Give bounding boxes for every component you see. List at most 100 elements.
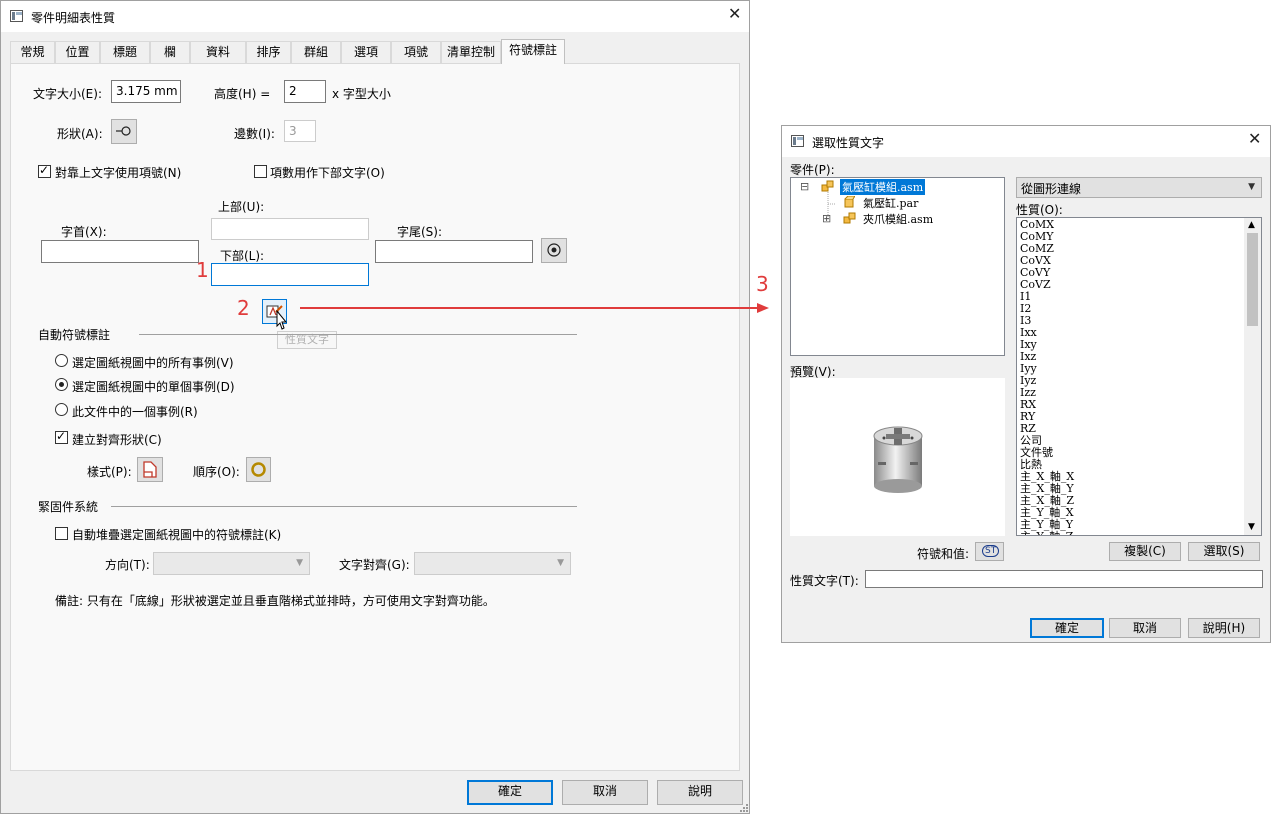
style-icon bbox=[143, 461, 157, 478]
tab-list-control[interactable]: 清單控制 bbox=[441, 41, 501, 63]
prefix-input[interactable] bbox=[41, 240, 199, 263]
tab-balloon[interactable]: 符號標註 bbox=[501, 39, 565, 64]
fastener-heading: 緊固件系統 bbox=[38, 500, 99, 514]
symbol-icon bbox=[547, 243, 561, 257]
app-icon bbox=[10, 10, 23, 22]
symbol-value-label: 符號和值: bbox=[917, 547, 970, 561]
chevron-down-icon: ▼ bbox=[1248, 182, 1255, 192]
select-help-button[interactable]: 說明(H) bbox=[1188, 618, 1260, 638]
chevron-down-icon: ▼ bbox=[557, 558, 564, 568]
copy-button[interactable]: 複製(C) bbox=[1109, 542, 1181, 561]
tab-options[interactable]: 選項 bbox=[341, 41, 391, 63]
height-input[interactable]: 2 bbox=[284, 80, 326, 103]
tree-expander-icon[interactable]: ⊞ bbox=[822, 212, 831, 225]
tree-item-part[interactable]: 氣壓缸.par bbox=[863, 195, 918, 211]
cylinder-preview-image bbox=[873, 426, 923, 493]
property-text-input[interactable] bbox=[865, 570, 1263, 588]
chevron-down-icon: ▼ bbox=[296, 558, 303, 568]
symbol-st-icon: ST bbox=[982, 545, 1000, 557]
shape-button[interactable] bbox=[111, 119, 137, 144]
main-ok-button[interactable]: 確定 bbox=[467, 780, 553, 805]
select-ok-button[interactable]: 確定 bbox=[1030, 618, 1104, 638]
tab-item-number[interactable]: 項號 bbox=[391, 41, 441, 63]
select-titlebar: 選取性質文字 ✕ bbox=[782, 126, 1270, 157]
use-item-number-checkbox[interactable] bbox=[38, 163, 51, 178]
height-label: 高度(H) = bbox=[214, 87, 271, 101]
fastener-divider bbox=[111, 506, 577, 507]
auto-stack-label: 自動堆疊選定圖紙視圖中的符號標註(K) bbox=[72, 528, 282, 542]
sides-label: 邊數(I): bbox=[234, 127, 275, 141]
lower-input[interactable] bbox=[211, 263, 369, 286]
auto-stack-checkbox[interactable] bbox=[55, 527, 68, 540]
suffix-input[interactable] bbox=[375, 240, 533, 263]
lower-label: 下部(L): bbox=[220, 249, 265, 263]
properties-scrollbar[interactable]: ▲ ▼ bbox=[1244, 218, 1261, 535]
main-help-button[interactable]: 說明 bbox=[657, 780, 743, 805]
source-combo-value: 從圖形連線 bbox=[1021, 182, 1082, 196]
tree-item-gripper[interactable]: 夾爪模組.asm bbox=[863, 211, 933, 227]
main-dialog: 零件明細表性質 ✕ 常規 位置 標題 欄 資料 排序 群組 選項 項號 清單控制… bbox=[0, 0, 750, 814]
parts-label: 零件(P): bbox=[790, 163, 835, 177]
tab-data[interactable]: 資料 bbox=[190, 41, 246, 63]
tree-item-selected[interactable]: 氣壓缸模組.asm bbox=[840, 179, 926, 195]
select-cancel-button[interactable]: 取消 bbox=[1109, 618, 1181, 638]
preview-pane bbox=[790, 378, 1005, 536]
radio-single-instance[interactable] bbox=[55, 378, 68, 391]
step-3-marker: 3 bbox=[756, 272, 769, 296]
source-combo[interactable]: 從圖形連線 ▼ bbox=[1016, 177, 1262, 198]
property-list-item[interactable]: 主_Y_軸_Z bbox=[1020, 531, 1073, 536]
step-2-marker: 2 bbox=[237, 296, 250, 320]
radio-all-label: 選定圖紙視圖中的所有事例(V) bbox=[72, 356, 234, 370]
radio-one-in-document[interactable] bbox=[55, 403, 68, 416]
tab-position[interactable]: 位置 bbox=[55, 41, 100, 63]
suffix-label: 字尾(S): bbox=[397, 225, 443, 239]
radio-single-label: 選定圖紙視圖中的單個事例(D) bbox=[72, 380, 235, 394]
resize-grip-icon[interactable] bbox=[738, 802, 749, 813]
part-icon bbox=[844, 196, 855, 208]
scroll-down-icon[interactable]: ▼ bbox=[1248, 522, 1255, 532]
close-icon[interactable]: ✕ bbox=[1248, 131, 1261, 147]
sides-input: 3 bbox=[284, 120, 316, 142]
properties-label: 性質(O): bbox=[1016, 203, 1063, 217]
order-icon bbox=[251, 462, 266, 477]
height-unit-label: x 字型大小 bbox=[332, 87, 391, 101]
create-align-label: 建立對齊形狀(C) bbox=[72, 433, 162, 447]
scroll-up-icon[interactable]: ▲ bbox=[1248, 220, 1255, 230]
radio-one-label: 此文件中的一個事例(R) bbox=[72, 405, 198, 419]
direction-combo: ▼ bbox=[153, 552, 310, 575]
tab-title[interactable]: 標題 bbox=[100, 41, 150, 63]
assembly-icon bbox=[821, 180, 834, 192]
tab-group[interactable]: 群組 bbox=[291, 41, 341, 63]
radio-all-instances[interactable] bbox=[55, 354, 68, 367]
shape-label: 形狀(A): bbox=[57, 127, 103, 141]
auto-balloon-heading: 自動符號標註 bbox=[38, 328, 111, 342]
auto-balloon-divider bbox=[139, 334, 577, 335]
height-value: 2 bbox=[289, 84, 297, 98]
properties-list[interactable]: CoMX CoMY CoMZ CoVX CoVY CoVZ I1 I2 I3 Ixx Ixy Ixz I… bbox=[1016, 217, 1262, 536]
item-count-label: 項數用作下部文字(O) bbox=[270, 166, 385, 180]
symbol-value-button[interactable]: ST bbox=[975, 542, 1004, 561]
create-align-checkbox[interactable] bbox=[55, 429, 68, 444]
order-button[interactable] bbox=[246, 457, 271, 482]
note-text: 備註: 只有在「底線」形狀被選定並且垂直階梯式並排時，方可使用文字對齊功能。 bbox=[55, 594, 495, 608]
app-icon bbox=[791, 135, 804, 147]
tab-general[interactable]: 常規 bbox=[10, 41, 55, 63]
property-text-label: 性質文字(T): bbox=[790, 574, 859, 588]
circle-leader-icon bbox=[116, 126, 131, 136]
close-icon[interactable]: ✕ bbox=[728, 6, 741, 22]
text-size-input[interactable]: 3.175 mm bbox=[111, 80, 181, 103]
scroll-thumb[interactable] bbox=[1247, 233, 1258, 326]
text-size-label: 文字大小(E): bbox=[33, 87, 102, 101]
tab-column[interactable]: 欄 bbox=[150, 41, 190, 63]
mouse-cursor-icon bbox=[276, 310, 288, 330]
style-button[interactable] bbox=[137, 457, 163, 482]
tab-sort[interactable]: 排序 bbox=[246, 41, 291, 63]
main-titlebar: 零件明細表性質 ✕ bbox=[1, 1, 749, 32]
item-count-checkbox[interactable] bbox=[254, 165, 267, 178]
parts-tree[interactable]: ⊟ 氣壓缸模組.asm 氣壓缸.par ⊞ 夾爪模組.asm bbox=[790, 177, 1005, 356]
main-title: 零件明細表性質 bbox=[31, 11, 116, 25]
main-cancel-button[interactable]: 取消 bbox=[562, 780, 648, 805]
select-button[interactable]: 選取(S) bbox=[1188, 542, 1260, 561]
upper-label: 上部(U): bbox=[218, 200, 265, 214]
symbol-button[interactable] bbox=[541, 238, 567, 263]
